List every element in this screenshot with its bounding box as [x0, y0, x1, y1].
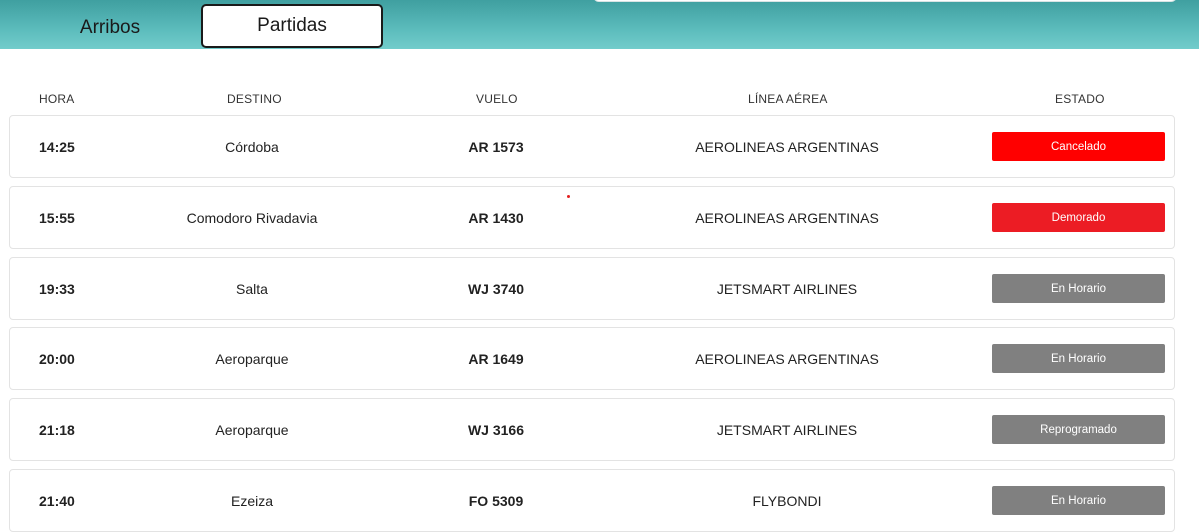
top-bar: Arribos Partidas [0, 0, 1199, 49]
flight-airline: AEROLINEAS ARGENTINAS [695, 138, 879, 155]
table-row[interactable]: 15:55 Comodoro Rivadavia AR 1430 AEROLIN… [9, 186, 1175, 249]
flight-destination: Comodoro Rivadavia [186, 209, 318, 226]
table-row[interactable]: 21:40 Ezeiza FO 5309 FLYBONDI En Horario [9, 469, 1175, 532]
column-header-vuelo: VUELO [476, 92, 518, 106]
flight-number: AR 1430 [468, 209, 524, 226]
flight-number: AR 1649 [468, 350, 524, 367]
column-header-hora: HORA [39, 92, 75, 106]
flight-destination: Córdoba [225, 138, 279, 155]
table-row[interactable]: 19:33 Salta WJ 3740 JETSMART AIRLINES En… [9, 257, 1175, 320]
status-badge: En Horario [992, 486, 1165, 515]
flight-time: 21:18 [39, 421, 75, 438]
status-badge: Demorado [992, 203, 1165, 232]
flight-time: 20:00 [39, 350, 75, 367]
flight-time: 15:55 [39, 209, 75, 226]
flight-airline: FLYBONDI [752, 492, 822, 509]
flight-number: WJ 3166 [467, 421, 525, 438]
flight-time: 19:33 [39, 280, 75, 297]
column-header-destino: DESTINO [227, 92, 282, 106]
search-input[interactable] [593, 0, 1177, 2]
column-header-estado: ESTADO [1055, 92, 1105, 106]
tab-partidas[interactable]: Partidas [201, 4, 383, 48]
table-row[interactable]: 21:18 Aeroparque WJ 3166 JETSMART AIRLIN… [9, 398, 1175, 461]
column-header-linea-aerea: LÍNEA AÉREA [748, 92, 828, 106]
flight-destination: Salta [236, 280, 268, 297]
table-row[interactable]: 20:00 Aeroparque AR 1649 AEROLINEAS ARGE… [9, 327, 1175, 390]
flight-number: AR 1573 [468, 138, 524, 155]
flight-airline: JETSMART AIRLINES [716, 421, 858, 438]
status-badge: En Horario [992, 344, 1165, 373]
tab-arribos[interactable]: Arribos [30, 6, 190, 50]
status-badge: Reprogramado [992, 415, 1165, 444]
flight-number: FO 5309 [468, 492, 524, 509]
table-row[interactable]: 14:25 Córdoba AR 1573 AEROLINEAS ARGENTI… [9, 115, 1175, 178]
flight-time: 14:25 [39, 138, 75, 155]
flight-airline: AEROLINEAS ARGENTINAS [695, 350, 879, 367]
status-badge: En Horario [992, 274, 1165, 303]
cursor-dot [567, 195, 570, 198]
flight-destination: Aeroparque [215, 350, 289, 367]
flight-airline: JETSMART AIRLINES [716, 280, 858, 297]
flight-time: 21:40 [39, 492, 75, 509]
flight-number: WJ 3740 [467, 280, 525, 297]
table-header: HORA DESTINO VUELO LÍNEA AÉREA ESTADO [0, 92, 1199, 110]
flight-destination: Aeroparque [215, 421, 289, 438]
status-badge: Cancelado [992, 132, 1165, 161]
flight-airline: AEROLINEAS ARGENTINAS [695, 209, 879, 226]
flight-destination: Ezeiza [230, 492, 274, 509]
